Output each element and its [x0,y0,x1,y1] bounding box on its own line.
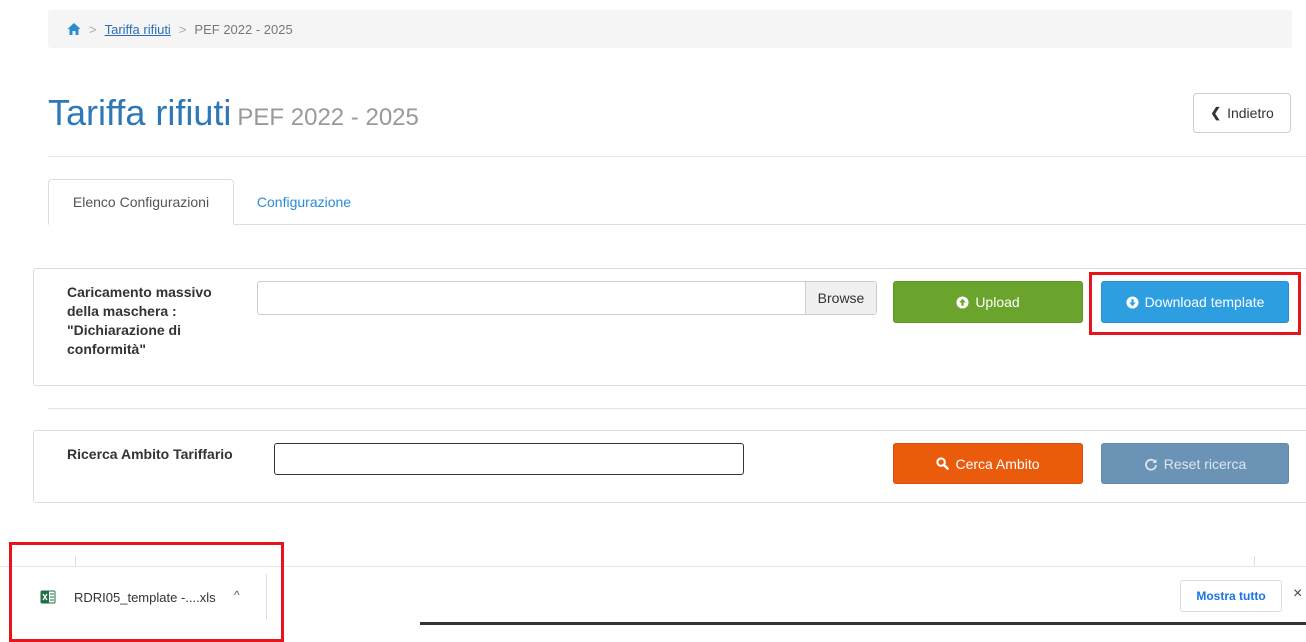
search-label: Ricerca Ambito Tariffario [67,446,233,462]
close-icon[interactable]: × [1293,585,1302,603]
page-subtitle: PEF 2022 - 2025 [237,104,419,131]
tab-elenco-configurazioni[interactable]: Elenco Configurazioni [48,179,234,225]
upload-label: Caricamento massivo della maschera : "Di… [67,284,212,357]
divider [1254,556,1255,566]
breadcrumb-current: PEF 2022 - 2025 [194,21,293,37]
search-input[interactable] [274,443,744,475]
file-input[interactable]: Browse [257,281,877,315]
cerca-ambito-label: Cerca Ambito [955,455,1040,472]
upload-button[interactable]: Upload [893,281,1083,323]
highlight-box [9,542,284,642]
back-button[interactable]: ❮ Indietro [1193,93,1291,133]
divider [48,156,1306,157]
home-icon[interactable] [67,22,81,36]
reset-ricerca-button[interactable]: Reset ricerca [1101,443,1289,484]
search-icon [936,457,950,470]
circle-up-icon [956,295,969,309]
tab-label: Configurazione [256,194,352,210]
breadcrumb-link-tariffa-rifiuti[interactable]: Tariffa rifiuti [105,22,171,37]
cerca-ambito-button[interactable]: Cerca Ambito [893,443,1083,484]
tab-configurazione[interactable]: Configurazione [234,179,374,225]
chevron-left-icon: ❮ [1210,105,1222,120]
back-button-label: Indietro [1227,105,1274,121]
show-all-button[interactable]: Mostra tutto [1180,580,1282,612]
tab-label: Elenco Configurazioni [72,194,210,210]
page-title-text: Tariffa rifiuti [48,92,232,133]
reset-ricerca-label: Reset ricerca [1163,455,1247,472]
divider [420,622,1306,625]
breadcrumb: > Tariffa rifiuti > PEF 2022 - 2025 [48,10,1292,48]
file-input-field[interactable] [258,282,805,314]
browse-button[interactable]: Browse [805,282,876,314]
highlight-box [1089,272,1301,335]
page-title: Tariffa rifiuti PEF 2022 - 2025 [48,92,419,134]
upload-button-label: Upload [975,294,1020,310]
refresh-icon [1144,457,1158,471]
divider [48,408,1306,409]
breadcrumb-separator: > [89,21,97,37]
breadcrumb-separator: > [178,21,187,37]
